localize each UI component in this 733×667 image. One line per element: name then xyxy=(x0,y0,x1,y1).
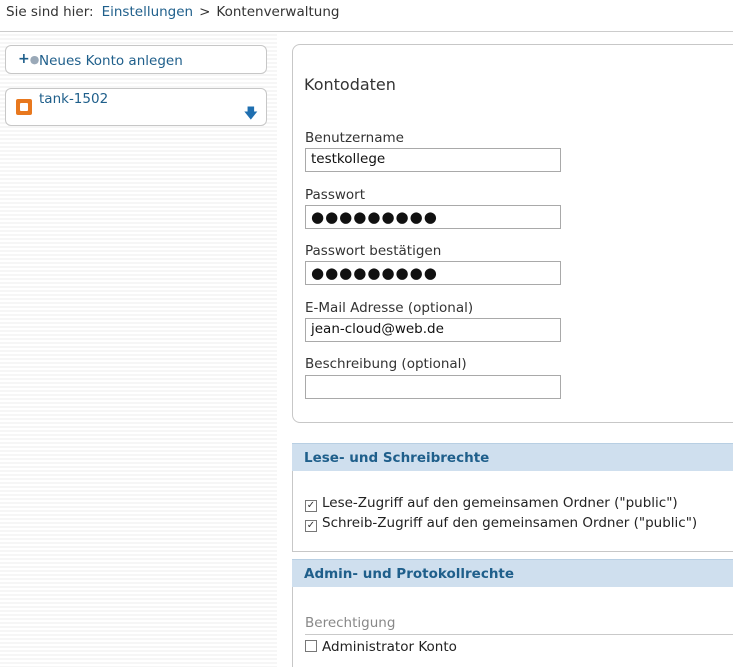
email-field[interactable]: jean-cloud@web.de xyxy=(305,318,561,342)
username-field[interactable]: testkollege xyxy=(305,148,561,172)
admin-account-label: Administrator Konto xyxy=(322,639,457,655)
password-label: Passwort xyxy=(305,187,366,203)
breadcrumb-prefix: Sie sind hier: xyxy=(6,4,94,20)
admin-account-checkbox[interactable] xyxy=(305,640,317,652)
permission-divider xyxy=(305,634,733,635)
new-account-button[interactable]: +● Neues Konto anlegen xyxy=(5,45,267,74)
admin-section-header: Admin- und Protokollrechte xyxy=(292,559,733,587)
password-confirm-label: Passwort bestätigen xyxy=(305,243,442,259)
read-access-row[interactable]: ✓ Lese-Zugriff auf den gemeinsamen Ordner… xyxy=(305,495,678,512)
breadcrumb: Sie sind hier: Einstellungen > Kontenverwal… xyxy=(6,4,339,20)
password-confirm-field[interactable]: ●●●●●●●●● xyxy=(305,261,561,285)
description-label: Beschreibung (optional) xyxy=(305,356,467,372)
write-access-label: Schreib-Zugriff auf den gemeinsamen Ordn… xyxy=(322,515,698,531)
permission-subtitle: Berechtigung xyxy=(305,615,396,631)
password-field[interactable]: ●●●●●●●●● xyxy=(305,205,561,229)
download-arrow-icon[interactable]: 🡇 xyxy=(244,103,258,127)
admin-account-row[interactable]: Administrator Konto xyxy=(305,639,457,655)
breadcrumb-current: Kontenverwaltung xyxy=(216,4,340,20)
write-access-row[interactable]: ✓ Schreib-Zugriff auf den gemeinsamen Ord… xyxy=(305,515,697,532)
description-field[interactable] xyxy=(305,375,561,399)
panel-title: Kontodaten xyxy=(304,75,396,94)
account-item-tank-1502[interactable]: tank-1502 🡇 xyxy=(5,88,267,126)
account-orange-icon xyxy=(16,99,32,115)
breadcrumb-separator: > xyxy=(199,4,211,20)
read-access-checkbox[interactable]: ✓ xyxy=(305,500,317,512)
email-label: E-Mail Adresse (optional) xyxy=(305,300,474,316)
account-name: tank-1502 xyxy=(39,91,109,107)
write-access-checkbox[interactable]: ✓ xyxy=(305,520,317,532)
read-access-label: Lese-Zugriff auf den gemeinsamen Ordner … xyxy=(322,495,678,511)
sidebar-background xyxy=(0,32,277,667)
rights-section-header: Lese- und Schreibrechte xyxy=(292,443,733,471)
new-account-label: Neues Konto anlegen xyxy=(39,53,183,69)
username-label: Benutzername xyxy=(305,130,404,146)
breadcrumb-link-settings[interactable]: Einstellungen xyxy=(102,4,194,20)
add-user-icon: +● xyxy=(18,51,40,67)
